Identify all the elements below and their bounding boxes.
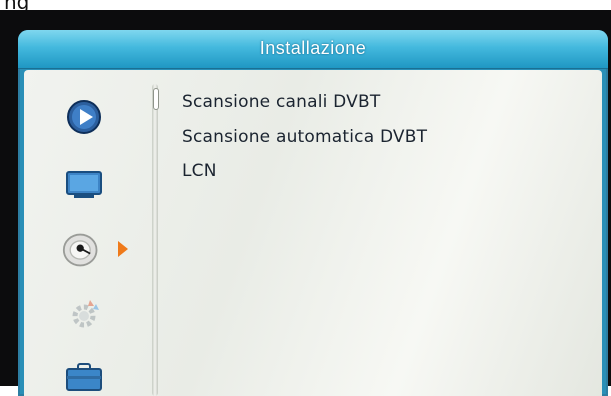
sidebar-item-media[interactable] (64, 97, 104, 137)
play-icon (67, 100, 101, 134)
briefcase-icon (66, 363, 102, 391)
page-title: Installazione (259, 38, 367, 58)
menu-item-auto-scan[interactable]: Scansione automatica DVBT (182, 122, 427, 152)
sidebar-item-installation[interactable] (62, 230, 102, 270)
tv-bezel: Installazione Scansione canali DVBT Scan… (0, 10, 611, 396)
sidebar-item-display[interactable] (64, 165, 104, 205)
selection-arrow-icon (118, 241, 128, 257)
scroll-thumb[interactable] (153, 88, 159, 110)
content-panel: Scansione canali DVBT Scansione automati… (24, 70, 602, 396)
menu-item-lcn[interactable]: LCN (182, 156, 217, 186)
title-bar: Installazione (18, 30, 608, 69)
sidebar-item-tools[interactable] (64, 295, 104, 335)
menu-item-scan-channels[interactable]: Scansione canali DVBT (182, 87, 380, 117)
menu-window: Installazione Scansione canali DVBT Scan… (18, 30, 608, 396)
gear-icon (72, 300, 99, 328)
monitor-icon (66, 171, 102, 198)
scroll-track[interactable] (152, 84, 158, 396)
sidebar-item-system[interactable] (64, 357, 104, 396)
satellite-dish-icon (62, 233, 98, 267)
sidebar (24, 70, 152, 396)
